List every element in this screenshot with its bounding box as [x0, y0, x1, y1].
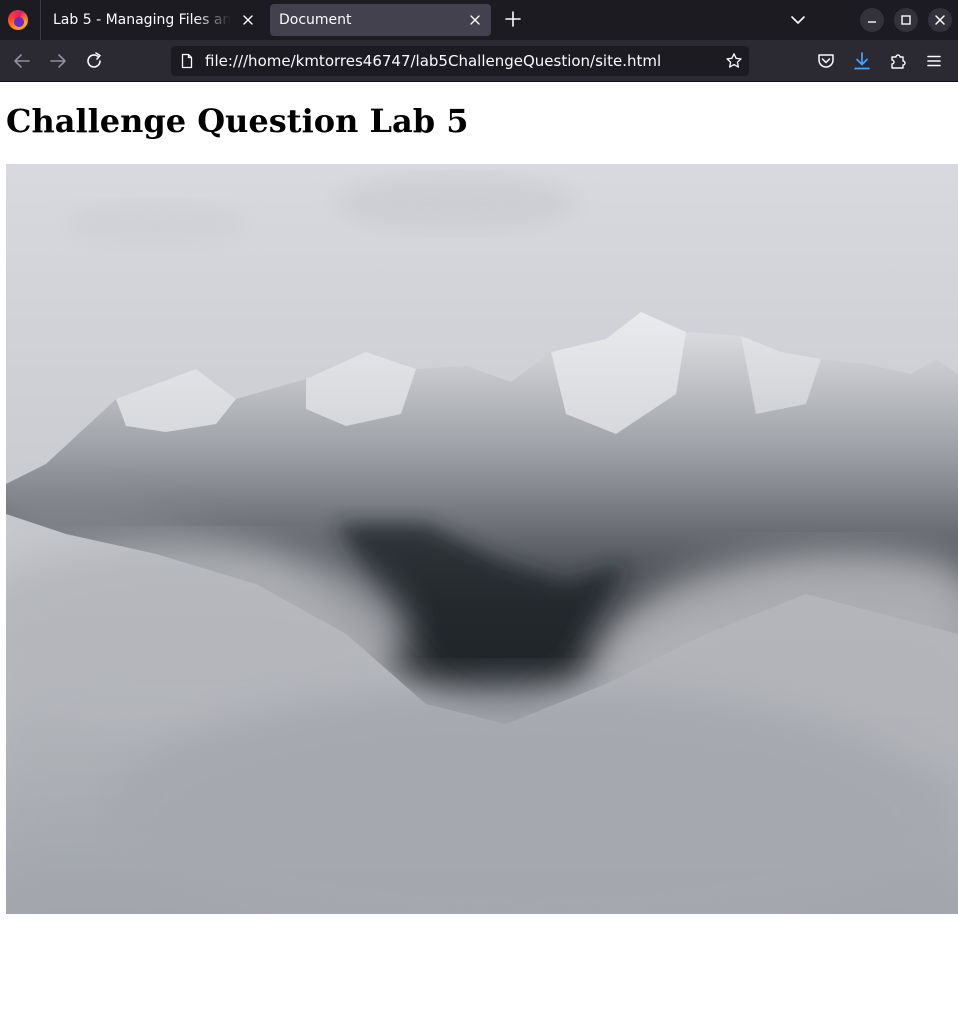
- tab-separator: [40, 0, 41, 40]
- close-icon[interactable]: [465, 10, 485, 30]
- tab-strip: Lab 5 - Managing Files and Directories D…: [0, 0, 958, 40]
- page-content: Challenge Question Lab 5: [0, 82, 958, 1024]
- maximize-button[interactable]: [894, 8, 918, 32]
- back-arrow-icon[interactable]: [10, 49, 34, 73]
- tab-document[interactable]: Document: [270, 4, 491, 36]
- forward-arrow-icon[interactable]: [46, 49, 70, 73]
- firefox-logo-icon[interactable]: [8, 10, 28, 30]
- navigation-toolbar: file:///home/kmtorres46747/lab5Challenge…: [0, 40, 958, 82]
- menu-hamburger-icon[interactable]: [922, 49, 946, 73]
- new-tab-button[interactable]: [500, 6, 526, 32]
- url-text[interactable]: file:///home/kmtorres46747/lab5Challenge…: [205, 46, 661, 76]
- url-bar[interactable]: file:///home/kmtorres46747/lab5Challenge…: [171, 46, 749, 76]
- chevron-down-icon[interactable]: [786, 8, 810, 32]
- tab-title: Lab 5 - Managing Files and Directories: [53, 12, 231, 28]
- reload-icon[interactable]: [82, 49, 106, 73]
- minimize-button[interactable]: [860, 8, 884, 32]
- extensions-icon[interactable]: [886, 49, 910, 73]
- page-icon: [179, 53, 195, 73]
- page-heading: Challenge Question Lab 5: [6, 102, 469, 140]
- bookmark-star-icon[interactable]: [725, 52, 743, 74]
- close-window-button[interactable]: [928, 8, 952, 32]
- tab-lab5[interactable]: Lab 5 - Managing Files and Directories: [44, 4, 264, 36]
- tab-title: Document: [279, 12, 352, 28]
- mountain-photo: [6, 164, 958, 914]
- pocket-icon[interactable]: [814, 49, 838, 73]
- close-icon[interactable]: [238, 10, 258, 30]
- downloads-icon[interactable]: [850, 49, 874, 73]
